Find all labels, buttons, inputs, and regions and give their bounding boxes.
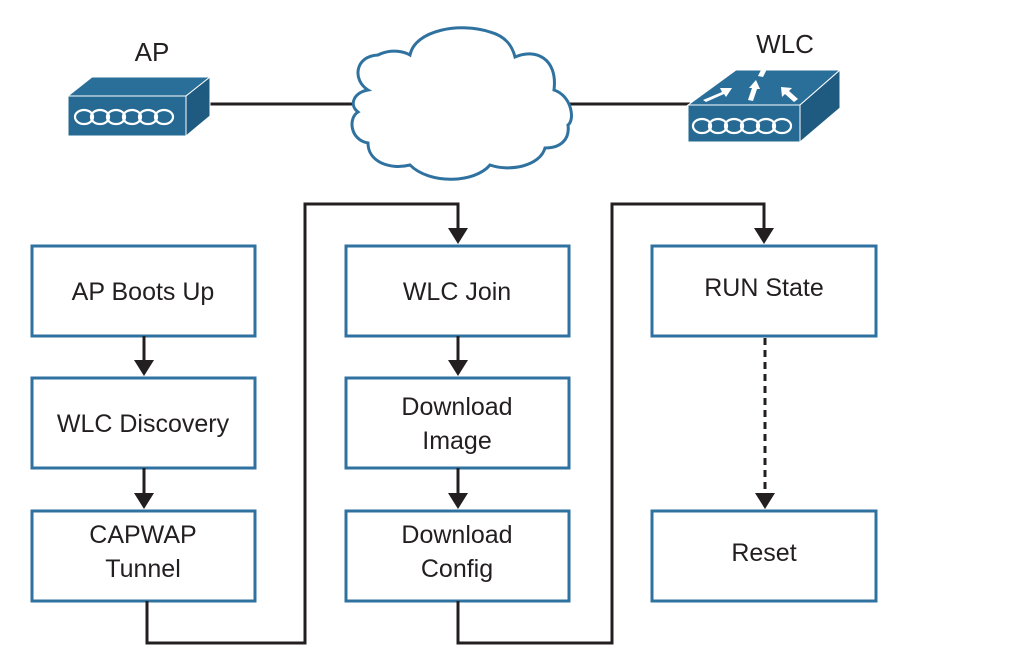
access-point-icon [66, 75, 212, 138]
svg-text:CAPWAP: CAPWAP [89, 521, 196, 549]
wlc-label: WLC [756, 29, 814, 59]
arrow-discovery-to-capwap [134, 468, 154, 509]
wireless-lan-controller-icon [686, 61, 842, 144]
svg-text:Download: Download [401, 521, 512, 549]
arrow-image-to-config [448, 468, 468, 509]
ap-join-process-diagram: AP WLC AP Boots Up WLC Discovery CAPWAP … [30, 26, 878, 645]
step-reset: Reset [650, 509, 878, 603]
ap-label: AP [135, 37, 170, 67]
svg-text:WLC Discovery: WLC Discovery [57, 410, 230, 438]
svg-text:Image: Image [422, 427, 491, 455]
step-download-image: Download Image [344, 376, 571, 470]
dashed-arrow-run-to-reset [755, 338, 775, 509]
svg-text:Reset: Reset [731, 539, 796, 567]
step-run-state: RUN State [650, 244, 878, 338]
step-wlc-discovery: WLC Discovery [30, 376, 257, 470]
svg-text:RUN State: RUN State [704, 274, 823, 302]
svg-text:WLC Join: WLC Join [403, 278, 511, 306]
svg-text:AP Boots Up: AP Boots Up [72, 278, 215, 306]
svg-text:Download: Download [401, 393, 512, 421]
step-download-config: Download Config [344, 509, 571, 603]
arrow-join-to-image [448, 336, 468, 376]
step-capwap-tunnel: CAPWAP Tunnel [30, 509, 257, 603]
svg-text:Config: Config [421, 555, 493, 583]
arrow-boot-to-discovery [134, 336, 154, 376]
svg-text:Tunnel: Tunnel [105, 555, 181, 583]
step-wlc-join: WLC Join [344, 244, 571, 338]
step-ap-boots-up: AP Boots Up [30, 244, 257, 338]
network-cloud-icon [350, 26, 573, 181]
